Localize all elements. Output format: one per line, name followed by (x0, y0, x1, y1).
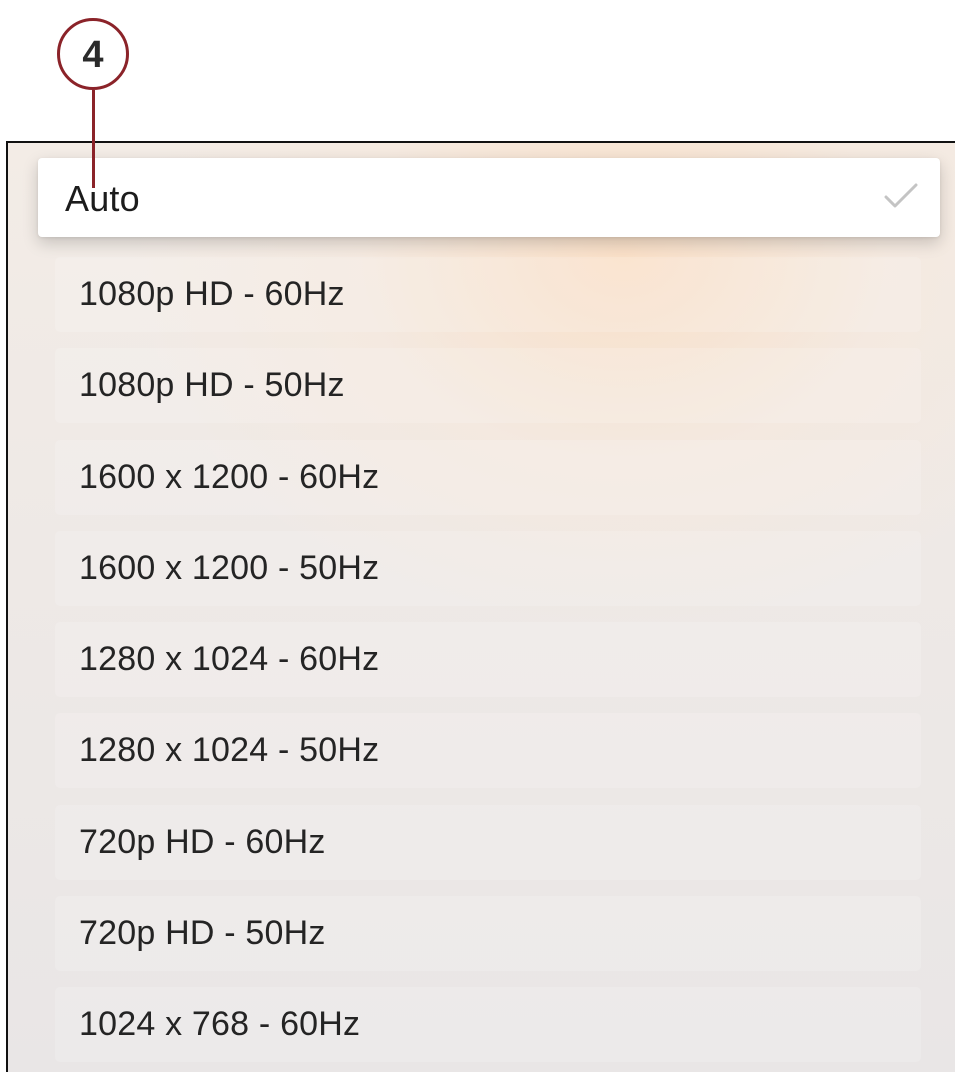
callout-leader-line (92, 90, 95, 188)
resolution-option-auto[interactable]: Auto (38, 158, 940, 237)
option-label: 1600 x 1200 - 50Hz (79, 549, 380, 587)
tv-screen: Auto 1080p HD - 60Hz 1080p HD - 50Hz 160… (6, 141, 955, 1072)
option-label: 720p HD - 60Hz (79, 823, 326, 861)
option-label: 1080p HD - 50Hz (79, 366, 345, 404)
resolution-option-1080p-50hz[interactable]: 1080p HD - 50Hz (55, 348, 921, 423)
callout-number: 4 (82, 34, 104, 76)
checkmark-icon (884, 183, 918, 208)
option-label: 720p HD - 50Hz (79, 914, 326, 952)
option-label: Auto (65, 177, 140, 219)
option-label: 1280 x 1024 - 60Hz (79, 640, 380, 678)
resolution-option-1280x1024-60hz[interactable]: 1280 x 1024 - 60Hz (55, 622, 921, 697)
resolution-option-1024x768-60hz[interactable]: 1024 x 768 - 60Hz (55, 987, 921, 1062)
resolution-option-720p-50hz[interactable]: 720p HD - 50Hz (55, 896, 921, 971)
resolution-option-1600x1200-60hz[interactable]: 1600 x 1200 - 60Hz (55, 440, 921, 515)
resolution-option-1600x1200-50hz[interactable]: 1600 x 1200 - 50Hz (55, 531, 921, 606)
option-label: 1280 x 1024 - 50Hz (79, 731, 380, 769)
callout-marker: 4 (57, 18, 129, 90)
resolution-list: Auto 1080p HD - 60Hz 1080p HD - 50Hz 160… (8, 143, 955, 1072)
option-label: 1600 x 1200 - 60Hz (79, 458, 380, 496)
resolution-option-1080p-60hz[interactable]: 1080p HD - 60Hz (55, 257, 921, 332)
page: 4 Auto 1080p HD - 60Hz 1080p HD - 50Hz 1… (0, 0, 955, 1072)
resolution-option-1280x1024-50hz[interactable]: 1280 x 1024 - 50Hz (55, 713, 921, 788)
option-label: 1024 x 768 - 60Hz (79, 1005, 361, 1043)
option-label: 1080p HD - 60Hz (79, 275, 345, 313)
resolution-option-720p-60hz[interactable]: 720p HD - 60Hz (55, 805, 921, 880)
